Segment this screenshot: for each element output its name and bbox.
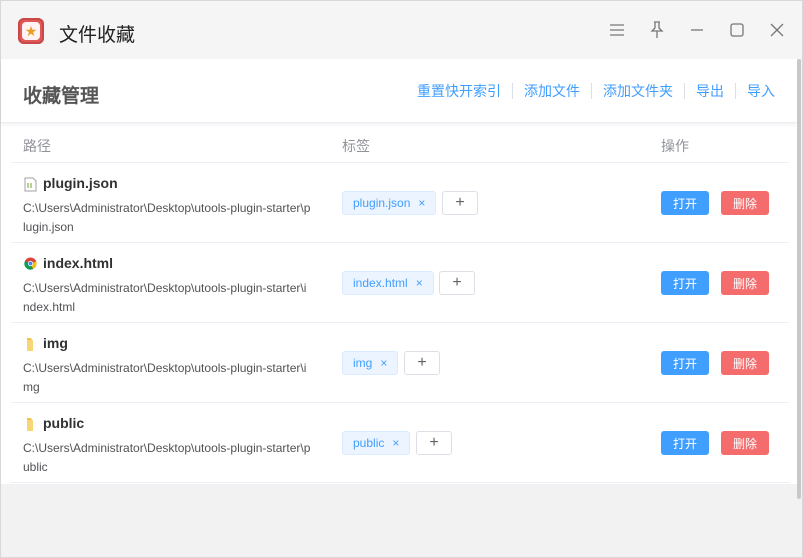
remove-tag-icon[interactable]: ×: [392, 436, 399, 450]
table-row: img C:\Users\Administrator\Desktop\utool…: [11, 323, 789, 403]
remove-tag-icon[interactable]: ×: [380, 356, 387, 370]
tag: index.html ×: [342, 271, 434, 295]
add-file-link[interactable]: 添加文件: [513, 81, 591, 101]
minimize-icon[interactable]: [687, 20, 707, 40]
menu-icon[interactable]: [607, 20, 627, 40]
star-icon: ★: [22, 22, 40, 40]
close-icon[interactable]: [767, 20, 787, 40]
file-name: img: [43, 335, 68, 351]
header-actions: 重置快开索引 添加文件 添加文件夹 导出 导入: [406, 81, 775, 101]
scrollbar[interactable]: [797, 59, 801, 499]
tag: img ×: [342, 351, 399, 375]
title-bar: ★ 文件收藏: [1, 1, 802, 59]
file-path: C:\Users\Administrator\Desktop\utools-pl…: [23, 281, 307, 314]
delete-button[interactable]: 删除: [721, 191, 769, 215]
add-tag-button[interactable]: +: [404, 351, 440, 375]
add-folder-link[interactable]: 添加文件夹: [592, 81, 684, 101]
table-header: 路径 标签 操作: [11, 124, 789, 163]
favorites-panel: 收藏管理 重置快开索引 添加文件 添加文件夹 导出 导入 路径 标签 操作 pl…: [1, 59, 797, 484]
column-path: 路径: [23, 139, 51, 155]
tag-label: plugin.json: [353, 196, 411, 210]
file-name: index.html: [43, 255, 114, 271]
folder-icon: [24, 417, 37, 432]
app-logo-icon: ★: [18, 18, 44, 44]
import-link[interactable]: 导入: [736, 81, 775, 101]
remove-tag-icon[interactable]: ×: [416, 276, 423, 290]
app-window: ★ 文件收藏 收藏管理 重置快开索引 添加文件 添加文件夹 导出 导入 路径 标…: [0, 0, 803, 558]
tag-label: index.html: [353, 276, 408, 290]
file-name: public: [43, 415, 85, 431]
open-button[interactable]: 打开: [661, 271, 709, 295]
delete-button[interactable]: 删除: [721, 271, 769, 295]
file-path: C:\Users\Administrator\Desktop\utools-pl…: [23, 361, 307, 394]
remove-tag-icon[interactable]: ×: [418, 196, 425, 210]
table-row: index.html C:\Users\Administrator\Deskto…: [11, 243, 789, 323]
pin-icon[interactable]: [647, 20, 667, 40]
chrome-html-icon: [24, 257, 37, 272]
folder-icon: [24, 337, 37, 352]
window-title: 文件收藏: [59, 24, 136, 46]
reset-index-link[interactable]: 重置快开索引: [406, 81, 512, 101]
table-row: plugin.json C:\Users\Administrator\Deskt…: [11, 163, 789, 243]
add-tag-button[interactable]: +: [439, 271, 475, 295]
add-tag-button[interactable]: +: [442, 191, 478, 215]
tag-label: public: [353, 436, 385, 450]
open-button[interactable]: 打开: [661, 351, 709, 375]
panel-header: 收藏管理 重置快开索引 添加文件 添加文件夹 导出 导入: [1, 59, 797, 123]
tag: public ×: [342, 431, 411, 455]
table-row: public C:\Users\Administrator\Desktop\ut…: [11, 403, 789, 483]
delete-button[interactable]: 删除: [721, 351, 769, 375]
maximize-icon[interactable]: [727, 20, 747, 40]
delete-button[interactable]: 删除: [721, 431, 769, 455]
file-path: C:\Users\Administrator\Desktop\utools-pl…: [23, 201, 311, 234]
page-title: 收藏管理: [23, 85, 100, 107]
add-tag-button[interactable]: +: [416, 431, 452, 455]
open-button[interactable]: 打开: [661, 191, 709, 215]
file-path: C:\Users\Administrator\Desktop\utools-pl…: [23, 441, 311, 474]
column-tags: 标签: [342, 139, 370, 155]
file-name: plugin.json: [43, 175, 118, 191]
column-actions: 操作: [661, 139, 689, 155]
tag: plugin.json ×: [342, 191, 437, 215]
tag-label: img: [353, 356, 373, 370]
open-button[interactable]: 打开: [661, 431, 709, 455]
json-file-icon: [24, 177, 37, 192]
export-link[interactable]: 导出: [685, 81, 735, 101]
